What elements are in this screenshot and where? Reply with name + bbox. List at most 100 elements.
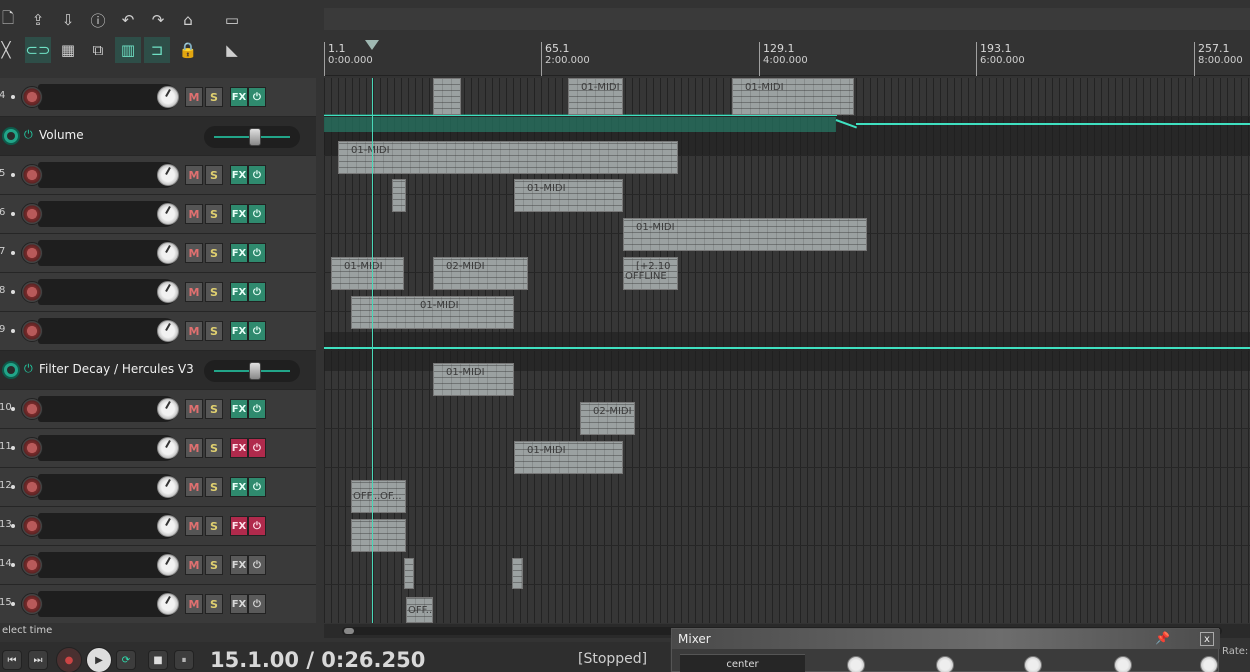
record-arm-button[interactable] (21, 281, 43, 303)
mixer-knob[interactable] (1024, 656, 1042, 672)
undo-icon[interactable]: ↶ (116, 8, 140, 32)
play-button[interactable]: ▶ (86, 647, 112, 672)
pause-button[interactable]: ⏸ (174, 650, 194, 670)
midi-item[interactable]: 02-MIDI (580, 402, 635, 435)
midi-item[interactable] (512, 558, 523, 589)
repeat-button[interactable]: ⟳ (116, 650, 136, 670)
track-header[interactable]: 15 M S FX ⏻ (0, 585, 316, 623)
track-header[interactable]: 5 M S FX ⏻ (0, 156, 316, 195)
midi-item[interactable]: 01-MIDI (568, 78, 623, 115)
mute-button[interactable]: M (185, 438, 203, 458)
record-arm-button[interactable] (21, 515, 43, 537)
ripple-edit-icon[interactable]: ╳ (0, 38, 18, 62)
track-header[interactable]: 8 M S FX ⏻ (0, 273, 316, 312)
track-header[interactable]: 9 M S FX ⏻ (0, 312, 316, 351)
solo-button[interactable]: S (205, 321, 223, 341)
record-arm-button[interactable] (21, 437, 43, 459)
fx-bypass-icon[interactable]: ⏻ (248, 555, 266, 575)
track-header[interactable]: 4 M S FX ⏻ (0, 78, 316, 117)
horizontal-scrollbar-thumb[interactable] (344, 628, 354, 634)
mixer-close-button[interactable]: x (1200, 632, 1214, 646)
fx-button[interactable]: FX (230, 555, 248, 575)
solo-button[interactable]: S (205, 477, 223, 497)
solo-button[interactable]: S (205, 243, 223, 263)
fx-bypass-icon[interactable]: ⏻ (248, 477, 266, 497)
fx-bypass-icon[interactable]: ⏻ (248, 87, 266, 107)
midi-item[interactable] (404, 558, 414, 589)
fx-bypass-icon[interactable]: ⏻ (248, 321, 266, 341)
fx-bypass-icon[interactable]: ⏻ (248, 438, 266, 458)
record-arm-button[interactable] (21, 554, 43, 576)
mixer-knob[interactable] (936, 656, 954, 672)
fx-button[interactable]: FX (230, 87, 248, 107)
fx-button[interactable]: FX (230, 282, 248, 302)
ruler-region-bar[interactable] (324, 8, 1250, 30)
envelope-fader[interactable] (204, 360, 300, 382)
midi-item[interactable] (433, 78, 461, 115)
envelope-power-icon[interactable]: ⏻ (24, 128, 33, 142)
fx-button[interactable]: FX (230, 165, 248, 185)
mute-button[interactable]: M (185, 555, 203, 575)
pan-center-label[interactable]: center (680, 654, 805, 672)
fx-bypass-icon[interactable]: ⏻ (248, 204, 266, 224)
mixer-title[interactable]: Mixer (672, 629, 1220, 649)
midi-item[interactable]: 01-MIDI (433, 363, 514, 396)
volume-knob[interactable] (157, 320, 179, 342)
solo-button[interactable]: S (205, 555, 223, 575)
solo-button[interactable]: S (205, 399, 223, 419)
mute-button[interactable]: M (185, 477, 203, 497)
link-icon[interactable]: ⊂⊃ (25, 37, 51, 63)
mixer-knob[interactable] (1200, 656, 1218, 672)
playhead-marker[interactable] (365, 40, 379, 50)
solo-button[interactable]: S (205, 204, 223, 224)
solo-button[interactable]: S (205, 438, 223, 458)
track-header[interactable]: 13 M S FX ⏻ (0, 507, 316, 546)
mixer-knob[interactable] (1114, 656, 1132, 672)
lock-icon[interactable]: 🔒 (176, 38, 200, 62)
mute-button[interactable]: M (185, 516, 203, 536)
position-display[interactable]: 15.1.00 / 0:26.250 (210, 648, 425, 672)
save-project-icon[interactable]: ⇩ (56, 8, 80, 32)
solo-button[interactable]: S (205, 282, 223, 302)
mixer-window[interactable]: Mixer 📌 x center (671, 628, 1220, 672)
fx-bypass-icon[interactable]: ⏻ (248, 399, 266, 419)
track-header[interactable]: 6 M S FX ⏻ (0, 195, 316, 234)
volume-knob[interactable] (157, 242, 179, 264)
volume-knob[interactable] (157, 476, 179, 498)
volume-knob[interactable] (157, 515, 179, 537)
offline-item[interactable]: OFF... OF... (351, 480, 406, 513)
fx-button[interactable]: FX (230, 516, 248, 536)
project-info-icon[interactable]: ⓘ (86, 8, 110, 32)
volume-envelope-line[interactable] (856, 123, 1250, 125)
midi-item[interactable]: 01-MIDI (732, 78, 854, 115)
timeline-ruler[interactable]: 1.1 0:00.000 65.1 2:00.000 129.1 4:00.00… (324, 40, 1250, 76)
go-to-end-button[interactable]: ⏭ (28, 650, 48, 670)
volume-knob[interactable] (157, 164, 179, 186)
volume-knob[interactable] (157, 593, 179, 615)
solo-button[interactable]: S (205, 594, 223, 614)
midi-item[interactable]: 01-MIDI (623, 218, 867, 251)
offline-item[interactable]: OFF... (406, 597, 435, 623)
record-button[interactable]: ● (56, 647, 82, 672)
record-arm-button[interactable] (21, 86, 43, 108)
envelope-lane-header[interactable]: ⏻ Filter Decay / Hercules V3 (0, 351, 316, 390)
envelope-fader-thumb[interactable] (249, 362, 261, 380)
filter-envelope-line[interactable] (324, 347, 1250, 349)
metronome-icon[interactable]: ⌂ (176, 8, 200, 32)
midi-item[interactable]: 01-MIDI (338, 141, 678, 174)
midi-item[interactable]: 01-MIDI (331, 257, 404, 290)
mute-button[interactable]: M (185, 594, 203, 614)
solo-button[interactable]: S (205, 516, 223, 536)
mixer-knob[interactable] (847, 656, 865, 672)
snap-grid-icon[interactable]: ▥ (115, 37, 141, 63)
solo-button[interactable]: S (205, 87, 223, 107)
redo-icon[interactable]: ↷ (146, 8, 170, 32)
go-to-start-button[interactable]: ⏮ (2, 650, 22, 670)
stop-button[interactable]: ■ (148, 650, 168, 670)
mute-button[interactable]: M (185, 282, 203, 302)
mute-button[interactable]: M (185, 243, 203, 263)
midi-item[interactable]: 01-MIDI (514, 179, 623, 212)
fx-bypass-icon[interactable]: ⏻ (248, 165, 266, 185)
offline-item[interactable]: [+2.10 OFFLINE (623, 257, 678, 290)
fx-button[interactable]: FX (230, 321, 248, 341)
